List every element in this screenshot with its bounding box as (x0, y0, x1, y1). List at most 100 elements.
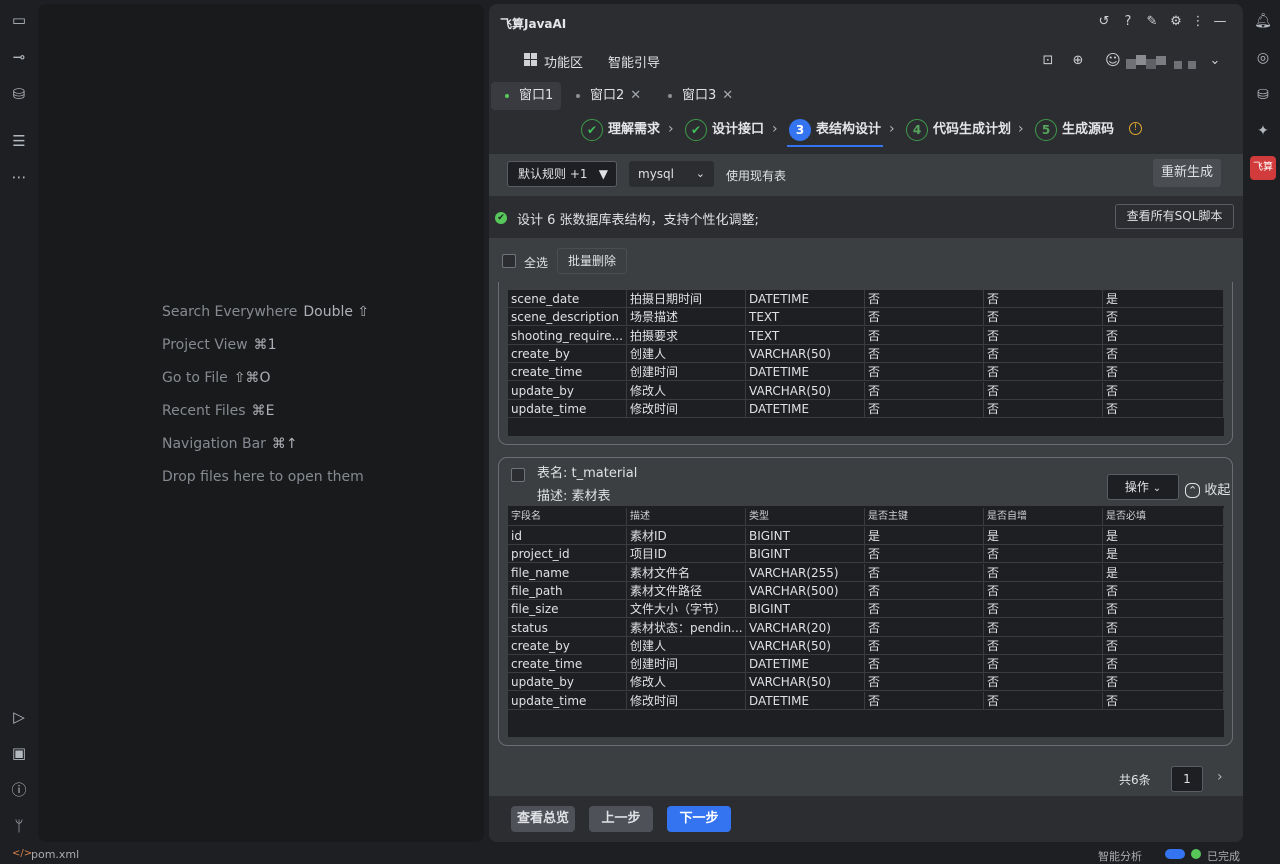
table-cell[interactable]: 否 (865, 545, 984, 564)
rule-select[interactable]: 默认规则 +1 ▼ (507, 161, 617, 187)
table-cell[interactable]: 否 (984, 545, 1103, 564)
table-cell[interactable]: 否 (984, 655, 1103, 674)
use-existing-table[interactable]: 使用现有表 (726, 167, 786, 184)
minimize-icon[interactable]: — (1211, 13, 1229, 31)
history-icon[interactable]: ↺ (1095, 13, 1113, 31)
step-table-design[interactable]: 3 表结构设计 (789, 118, 881, 142)
close-icon[interactable]: ✕ (630, 88, 641, 103)
settings-gear-icon[interactable]: ⚙ (1167, 13, 1185, 31)
card-select-checkbox[interactable] (511, 468, 525, 482)
table-cell[interactable]: 否 (984, 563, 1103, 582)
table-cell[interactable]: 否 (865, 691, 984, 710)
table-cell[interactable]: 否 (865, 363, 984, 382)
table-cell[interactable]: 否 (984, 636, 1103, 655)
more-options-icon[interactable]: ⋮ (1189, 13, 1207, 31)
table-cell[interactable]: project_id (508, 545, 627, 564)
table-cell[interactable]: 否 (984, 600, 1103, 619)
table-cell[interactable]: 否 (1103, 655, 1224, 674)
table-cell[interactable]: 否 (984, 691, 1103, 710)
table-cell[interactable]: 否 (984, 581, 1103, 600)
help-icon[interactable]: ? (1119, 13, 1137, 31)
table-cell[interactable]: BIGINT (746, 600, 865, 619)
table-cell[interactable]: update_by (508, 381, 627, 400)
chevron-down-icon[interactable]: ⌄ (1206, 52, 1224, 70)
table-cell[interactable]: 否 (1103, 618, 1224, 637)
table-cell[interactable]: 否 (984, 308, 1103, 327)
previous-step-button[interactable]: 上一步 (589, 806, 653, 832)
table-cell[interactable]: DATETIME (746, 399, 865, 418)
project-folder-icon[interactable]: ▭ (8, 9, 30, 31)
run-icon[interactable]: ▷ (8, 706, 30, 728)
new-window-icon[interactable]: ⊡ (1039, 52, 1057, 70)
table-cell[interactable]: 否 (1103, 381, 1224, 400)
view-overview-button[interactable]: 查看总览 (511, 806, 575, 832)
table-cell[interactable]: 否 (984, 363, 1103, 382)
table-cell[interactable]: TEXT (746, 308, 865, 327)
table-cell[interactable]: 否 (1103, 308, 1224, 327)
table-cell[interactable]: 是 (1103, 563, 1224, 582)
table-cell[interactable]: DATETIME (746, 290, 865, 308)
table-cell[interactable]: 否 (984, 326, 1103, 345)
table-cell[interactable]: 否 (865, 326, 984, 345)
table-cell[interactable]: create_time (508, 655, 627, 674)
database-icon[interactable]: ⛁ (1252, 84, 1274, 106)
table-cell[interactable]: create_time (508, 363, 627, 382)
step-generate-source[interactable]: 5 生成源码 (1035, 118, 1114, 142)
next-step-button[interactable]: 下一步 (667, 806, 731, 832)
view-all-sql-button[interactable]: 查看所有SQL脚本 (1115, 204, 1234, 229)
table-cell[interactable]: 素材文件路径 (627, 581, 746, 600)
table-cell[interactable]: 修改人 (627, 381, 746, 400)
table-cell[interactable]: 创建人 (627, 636, 746, 655)
select-all-checkbox[interactable] (502, 254, 516, 268)
table-cell[interactable]: 否 (865, 655, 984, 674)
table-cell[interactable]: 修改时间 (627, 691, 746, 710)
notifications-bell-icon[interactable]: 🔔︎ (1252, 10, 1274, 32)
table-cell[interactable]: 否 (865, 600, 984, 619)
table-cell[interactable]: 素材文件名 (627, 563, 746, 582)
table-cell[interactable]: 创建时间 (627, 655, 746, 674)
table-cell[interactable]: 否 (984, 381, 1103, 400)
table-cell[interactable]: 否 (865, 563, 984, 582)
table-cell[interactable]: 否 (1103, 326, 1224, 345)
table-cell[interactable]: 素材状态：pendin... (627, 618, 746, 637)
table-cell[interactable]: 场景描述 (627, 308, 746, 327)
step-code-plan[interactable]: 4 代码生成计划 (906, 118, 1011, 142)
table-cell[interactable]: status (508, 618, 627, 637)
database-structure-icon[interactable]: ⛁ (8, 83, 30, 105)
tab-window-3[interactable]: 窗口3 ✕ (654, 82, 738, 110)
tab-window-2[interactable]: 窗口2 ✕ (562, 82, 646, 110)
table-cell[interactable]: 是 (1103, 527, 1224, 545)
feisuan-brand-button[interactable]: 飞算 (1250, 156, 1276, 180)
analysis-toggle[interactable] (1165, 849, 1185, 859)
table-cell[interactable]: 素材ID (627, 527, 746, 545)
warning-info-icon[interactable]: ! (1129, 122, 1142, 135)
table-cell[interactable]: 修改时间 (627, 399, 746, 418)
nav-smart-guide[interactable]: 智能引导 (608, 52, 660, 71)
collapse-button[interactable]: ⌃ 收起 (1185, 479, 1230, 498)
table-cell[interactable]: update_by (508, 673, 627, 692)
table-cell[interactable]: 修改人 (627, 673, 746, 692)
table-cell[interactable]: BIGINT (746, 545, 865, 564)
operations-dropdown[interactable]: 操作 ⌄ (1107, 474, 1179, 500)
ai-assistant-icon[interactable]: ✦ (1252, 120, 1274, 142)
table-cell[interactable]: 否 (865, 381, 984, 400)
table-cell[interactable]: 否 (984, 290, 1103, 308)
ai-chat-icon[interactable]: ◎ (1252, 47, 1274, 69)
table-cell[interactable]: 拍摄日期时间 (627, 290, 746, 308)
close-icon[interactable]: ✕ (722, 88, 733, 103)
table-cell[interactable]: 否 (1103, 399, 1224, 418)
tab-window-1[interactable]: 窗口1 (491, 82, 561, 110)
table-cell[interactable]: update_time (508, 691, 627, 710)
table-cell[interactable]: 否 (865, 636, 984, 655)
table-cell[interactable]: DATETIME (746, 691, 865, 710)
table-cell[interactable]: 否 (1103, 363, 1224, 382)
table-cell[interactable]: file_path (508, 581, 627, 600)
table-cell[interactable]: file_size (508, 600, 627, 619)
table-cell[interactable]: scene_date (508, 290, 627, 308)
problems-icon[interactable]: ⓘ (8, 779, 30, 801)
table-cell[interactable]: TEXT (746, 326, 865, 345)
table-cell[interactable]: create_by (508, 344, 627, 363)
table-cell[interactable]: 文件大小（字节） (627, 600, 746, 619)
table-cell[interactable]: scene_description (508, 308, 627, 327)
step-understand-requirements[interactable]: ✔ 理解需求 (581, 118, 660, 142)
